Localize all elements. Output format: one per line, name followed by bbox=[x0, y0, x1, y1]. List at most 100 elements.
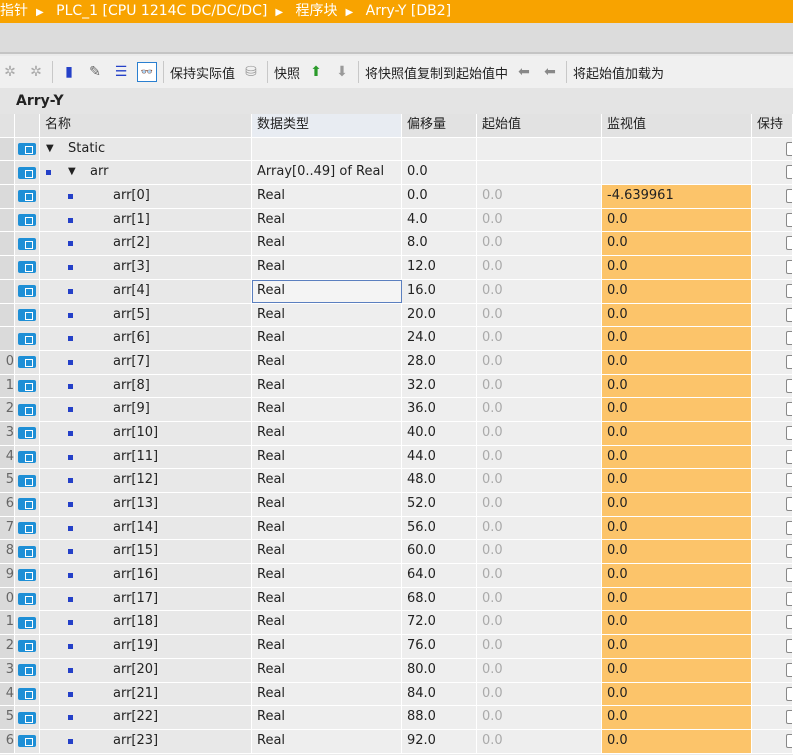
keep-actual-values-button[interactable]: 保持实际值 bbox=[170, 63, 235, 82]
start-value-cell[interactable] bbox=[477, 137, 602, 161]
breadcrumb-item[interactable]: Arry-Y [DB2] bbox=[366, 3, 452, 19]
table-row[interactable]: ▼ Static bbox=[0, 137, 793, 162]
table-row[interactable]: 2 arr[9] Real 36.0 0.0 0.0 bbox=[0, 398, 793, 422]
data-type-cell[interactable]: Real bbox=[252, 516, 402, 540]
start-value-cell[interactable]: 0.0 bbox=[477, 398, 602, 421]
breadcrumb-item[interactable]: PLC_1 [CPU 1214C DC/DC/DC] bbox=[56, 3, 267, 19]
table-row[interactable]: 0 arr[7] Real 28.0 0.0 0.0 bbox=[0, 350, 793, 375]
table-row[interactable]: 6 arr[23] Real 92.0 0.0 0.0 bbox=[0, 729, 793, 754]
start-value-cell[interactable]: 0.0 bbox=[477, 279, 602, 303]
retain-checkbox[interactable] bbox=[786, 686, 792, 701]
start-value-cell[interactable]: 0.0 bbox=[477, 303, 602, 327]
table-row[interactable]: 5 arr[22] Real 88.0 0.0 0.0 bbox=[0, 706, 793, 730]
copy-icon[interactable]: ⬅ bbox=[514, 62, 534, 82]
table-row[interactable]: arr[3] Real 12.0 0.0 0.0 bbox=[0, 256, 793, 280]
col-type[interactable]: 数据类型 bbox=[252, 114, 402, 137]
start-value-cell[interactable]: 0.0 bbox=[477, 350, 602, 374]
start-value-cell[interactable] bbox=[477, 161, 602, 185]
retain-checkbox[interactable] bbox=[786, 165, 792, 180]
start-value-cell[interactable]: 0.0 bbox=[477, 658, 602, 682]
table-row[interactable]: 3 arr[10] Real 40.0 0.0 0.0 bbox=[0, 421, 793, 446]
data-type-cell[interactable]: Real bbox=[252, 208, 402, 232]
data-type-cell[interactable]: Array[0..49] of Real bbox=[252, 161, 402, 185]
data-type-cell[interactable]: Real bbox=[252, 729, 402, 753]
table-row[interactable]: 0 arr[17] Real 68.0 0.0 0.0 bbox=[0, 587, 793, 612]
col-start[interactable]: 起始值 bbox=[477, 114, 602, 137]
retain-checkbox[interactable] bbox=[786, 425, 792, 440]
start-value-cell[interactable]: 0.0 bbox=[477, 421, 602, 445]
monitor-glasses-icon[interactable]: 👓 bbox=[137, 62, 157, 82]
start-value-cell[interactable]: 0.0 bbox=[477, 682, 602, 706]
start-value-cell[interactable]: 0.0 bbox=[477, 327, 602, 350]
breadcrumb-item[interactable]: 程序块 bbox=[295, 3, 337, 19]
start-value-cell[interactable]: 0.0 bbox=[477, 564, 602, 587]
retain-checkbox[interactable] bbox=[786, 354, 792, 369]
retain-checkbox[interactable] bbox=[786, 189, 792, 204]
table-row[interactable]: 4 arr[21] Real 84.0 0.0 0.0 bbox=[0, 682, 793, 707]
start-value-cell[interactable]: 0.0 bbox=[477, 729, 602, 753]
load-start-values-button[interactable]: 将起始值加载为 bbox=[573, 63, 664, 82]
retain-checkbox[interactable] bbox=[786, 520, 792, 535]
table-row[interactable]: 9 arr[16] Real 64.0 0.0 0.0 bbox=[0, 564, 793, 588]
start-value-cell[interactable]: 0.0 bbox=[477, 232, 602, 256]
expand-triangle-icon[interactable]: ▼ bbox=[46, 138, 54, 160]
expand-triangle-icon[interactable]: ▼ bbox=[68, 161, 76, 183]
data-type-cell[interactable]: Real bbox=[252, 469, 402, 492]
retain-checkbox[interactable] bbox=[786, 402, 792, 417]
retain-checkbox[interactable] bbox=[786, 141, 792, 156]
data-type-cell[interactable]: Real bbox=[252, 706, 402, 729]
retain-checkbox[interactable] bbox=[786, 710, 792, 725]
start-value-cell[interactable]: 0.0 bbox=[477, 516, 602, 540]
start-value-cell[interactable]: 0.0 bbox=[477, 540, 602, 564]
retain-checkbox[interactable] bbox=[786, 591, 792, 606]
data-type-cell[interactable]: Real bbox=[252, 279, 402, 303]
retain-checkbox[interactable] bbox=[786, 449, 792, 464]
data-type-cell[interactable]: Real bbox=[252, 327, 402, 350]
start-value-cell[interactable]: 0.0 bbox=[477, 587, 602, 611]
table-row[interactable]: 5 arr[12] Real 48.0 0.0 0.0 bbox=[0, 469, 793, 493]
expand-all-icon[interactable]: ☰ bbox=[111, 62, 131, 82]
table-row[interactable]: arr[0] Real 0.0 0.0 -4.639961 bbox=[0, 185, 793, 209]
retain-checkbox[interactable] bbox=[786, 733, 792, 748]
data-type-cell[interactable]: Real bbox=[252, 350, 402, 374]
start-value-cell[interactable]: 0.0 bbox=[477, 635, 602, 658]
data-type-cell[interactable]: Real bbox=[252, 303, 402, 327]
snapshot-button[interactable]: 快照 bbox=[274, 63, 300, 82]
start-value-cell[interactable]: 0.0 bbox=[477, 208, 602, 232]
data-type-cell[interactable]: Real bbox=[252, 256, 402, 279]
data-type-cell[interactable]: Real bbox=[252, 421, 402, 445]
data-type-cell[interactable]: Real bbox=[252, 445, 402, 469]
data-type-cell[interactable]: Real bbox=[252, 232, 402, 256]
retain-checkbox[interactable] bbox=[786, 236, 792, 251]
retain-checkbox[interactable] bbox=[786, 497, 792, 511]
col-offset[interactable]: 偏移量 bbox=[402, 114, 477, 137]
add-row-icon[interactable]: ✲ bbox=[26, 62, 46, 82]
col-name[interactable]: 名称 bbox=[40, 114, 252, 137]
start-value-cell[interactable]: 0.0 bbox=[477, 469, 602, 492]
start-value-cell[interactable]: 0.0 bbox=[477, 445, 602, 469]
retain-checkbox[interactable] bbox=[786, 473, 792, 488]
table-row[interactable]: 2 arr[19] Real 76.0 0.0 0.0 bbox=[0, 635, 793, 659]
data-type-cell[interactable]: Real bbox=[252, 185, 402, 208]
breadcrumb-item[interactable]: 指针 bbox=[0, 3, 28, 19]
insert-row-icon[interactable]: ✲ bbox=[0, 62, 20, 82]
retain-checkbox[interactable] bbox=[786, 378, 792, 393]
data-type-cell[interactable]: Real bbox=[252, 635, 402, 658]
col-retain[interactable]: 保持 bbox=[752, 114, 793, 137]
retain-checkbox[interactable] bbox=[786, 662, 792, 677]
retain-checkbox[interactable] bbox=[786, 544, 792, 559]
table-row[interactable]: arr[2] Real 8.0 0.0 0.0 bbox=[0, 232, 793, 257]
retain-checkbox[interactable] bbox=[786, 307, 792, 322]
start-value-cell[interactable]: 0.0 bbox=[477, 374, 602, 398]
data-type-cell[interactable]: Real bbox=[252, 564, 402, 587]
table-row[interactable]: 3 arr[20] Real 80.0 0.0 0.0 bbox=[0, 658, 793, 683]
table-row[interactable]: 6 arr[13] Real 52.0 0.0 0.0 bbox=[0, 493, 793, 517]
reset-start-values-icon[interactable]: ▮ bbox=[59, 62, 79, 82]
database-icon[interactable]: ⛁ bbox=[241, 62, 261, 82]
edit-icon[interactable]: ✎ bbox=[85, 62, 105, 82]
table-row[interactable]: arr[5] Real 20.0 0.0 0.0 bbox=[0, 303, 793, 328]
data-type-cell[interactable]: Real bbox=[252, 658, 402, 682]
start-value-cell[interactable]: 0.0 bbox=[477, 611, 602, 635]
data-type-cell[interactable]: Real bbox=[252, 398, 402, 421]
data-type-cell[interactable] bbox=[252, 137, 402, 161]
